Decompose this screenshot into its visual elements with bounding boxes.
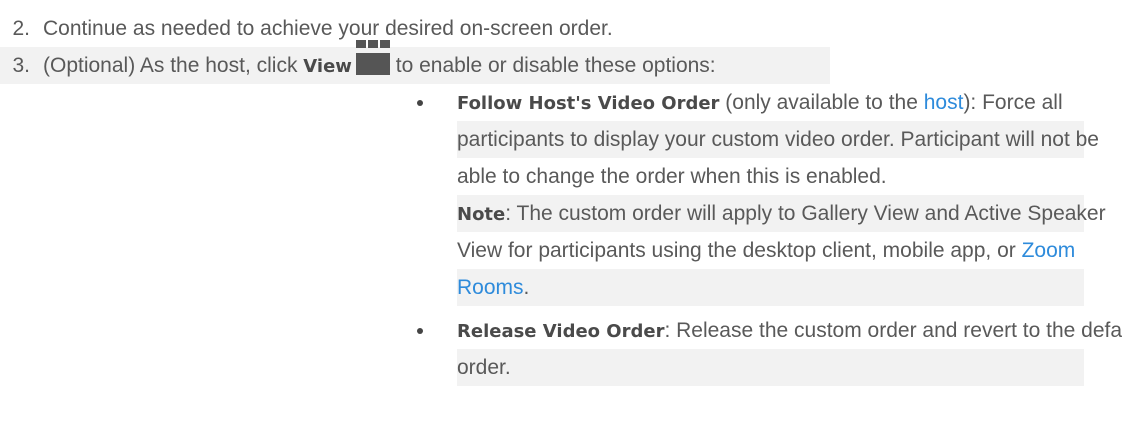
view-label: View — [303, 56, 352, 77]
step-3-text: (Optional) As the host, click — [43, 54, 304, 77]
step-2-number: 2. — [12, 17, 30, 40]
step-3: 3. (Optional) As the host, click View to… — [0, 40, 830, 84]
step-2-text: Continue as needed to achieve your desir… — [43, 17, 613, 40]
bullet-dot — [417, 100, 423, 106]
follow-host-label: Follow Host's Video Order — [457, 93, 720, 114]
step-3-suffix: to enable or disable these options: — [389, 54, 716, 77]
follow-host-line-3: able to change the order when this is en… — [457, 158, 1084, 195]
release-text: : Release the custom order and revert to… — [664, 319, 1122, 342]
follow-host-line-3-text: able to change the order when this is en… — [457, 165, 887, 188]
note-line-2-text: View for participants using the desktop … — [457, 239, 1022, 262]
step-2: 2. Continue as needed to achieve your de… — [0, 10, 830, 47]
release-label: Release Video Order — [457, 321, 665, 342]
bullet-release: Release Video Order: Release the custom … — [0, 312, 1122, 349]
note-line-3: Rooms. — [457, 269, 1084, 306]
note-line-1-text: : The custom order will apply to Gallery… — [505, 202, 1106, 225]
follow-host-line-2-text: participants to display your custom vide… — [457, 128, 1099, 151]
zoom-rooms-link-b[interactable]: Rooms — [457, 276, 524, 299]
note-line-1: Note: The custom order will apply to Gal… — [457, 195, 1106, 232]
release-line-2-text: order. — [457, 356, 511, 379]
bullet-dot — [417, 328, 423, 334]
release-line-2: order. — [457, 349, 1084, 386]
host-link[interactable]: host — [924, 91, 964, 114]
follow-host-end: ): Force all — [963, 91, 1063, 114]
note-line-2: View for participants using the desktop … — [457, 232, 1084, 269]
step-3-number: 3. — [12, 54, 30, 77]
bullet-follow-host: Follow Host's Video Order (only availabl… — [0, 84, 1122, 121]
follow-host-line-2: participants to display your custom vide… — [457, 121, 1099, 158]
follow-host-mid: (only available to the — [719, 91, 924, 114]
gallery-view-icon — [355, 40, 390, 75]
note-end: . — [523, 276, 530, 299]
zoom-rooms-link-a[interactable]: Zoom — [1022, 239, 1076, 262]
note-label: Note — [457, 204, 506, 225]
